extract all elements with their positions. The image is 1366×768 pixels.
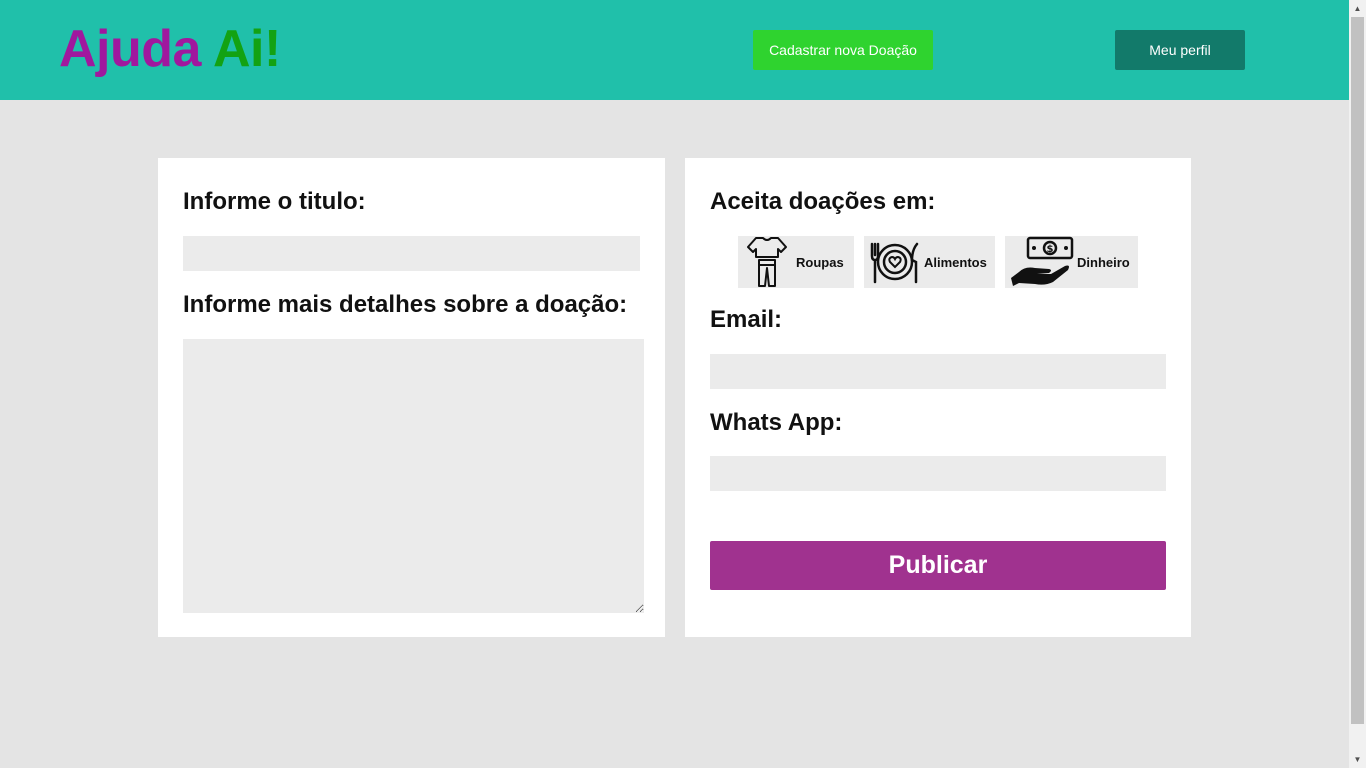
scroll-down-icon[interactable]: ▼: [1349, 751, 1366, 768]
details-label: Informe mais detalhes sobre a doação:: [183, 291, 628, 318]
scroll-up-icon[interactable]: ▲: [1349, 0, 1366, 17]
option-alimentos[interactable]: Alimentos: [864, 236, 995, 288]
title-label: Informe o titulo:: [183, 188, 366, 215]
new-donation-button[interactable]: Cadastrar nova Doação: [753, 30, 933, 70]
email-label: Email:: [710, 306, 783, 333]
clothes-icon: [747, 237, 787, 287]
contact-card: Aceita doações em: Roupas Alimentos $ Di…: [685, 158, 1191, 637]
donation-details-card: Informe o titulo: Informe mais detalhes …: [158, 158, 665, 637]
scrollbar-thumb[interactable]: [1351, 17, 1364, 724]
details-textarea[interactable]: [183, 339, 644, 613]
logo-text-ajuda: Ajuda: [59, 20, 201, 78]
option-dinheiro-label: Dinheiro: [1077, 254, 1130, 270]
svg-text:$: $: [1047, 244, 1054, 255]
option-roupas[interactable]: Roupas: [738, 236, 854, 288]
my-profile-button[interactable]: Meu perfil: [1115, 30, 1245, 70]
food-plate-icon: [870, 242, 919, 284]
option-alimentos-label: Alimentos: [924, 254, 987, 270]
option-roupas-label: Roupas: [796, 254, 844, 270]
whatsapp-label: Whats App:: [710, 409, 843, 436]
email-input[interactable]: [710, 354, 1166, 389]
whatsapp-input[interactable]: [710, 456, 1166, 491]
publish-button[interactable]: Publicar: [710, 541, 1166, 590]
app-logo[interactable]: Ajuda Ai!: [59, 20, 281, 78]
top-bar: Ajuda Ai! Cadastrar nova Doação Meu perf…: [0, 0, 1349, 100]
title-input[interactable]: [183, 236, 640, 271]
accepts-label: Aceita doações em:: [710, 188, 936, 215]
option-dinheiro[interactable]: $ Dinheiro: [1005, 236, 1138, 288]
money-hand-icon: $: [1011, 236, 1074, 286]
page-scrollbar[interactable]: ▲ ▼: [1349, 0, 1366, 768]
logo-text-ai: Ai!: [212, 20, 281, 78]
